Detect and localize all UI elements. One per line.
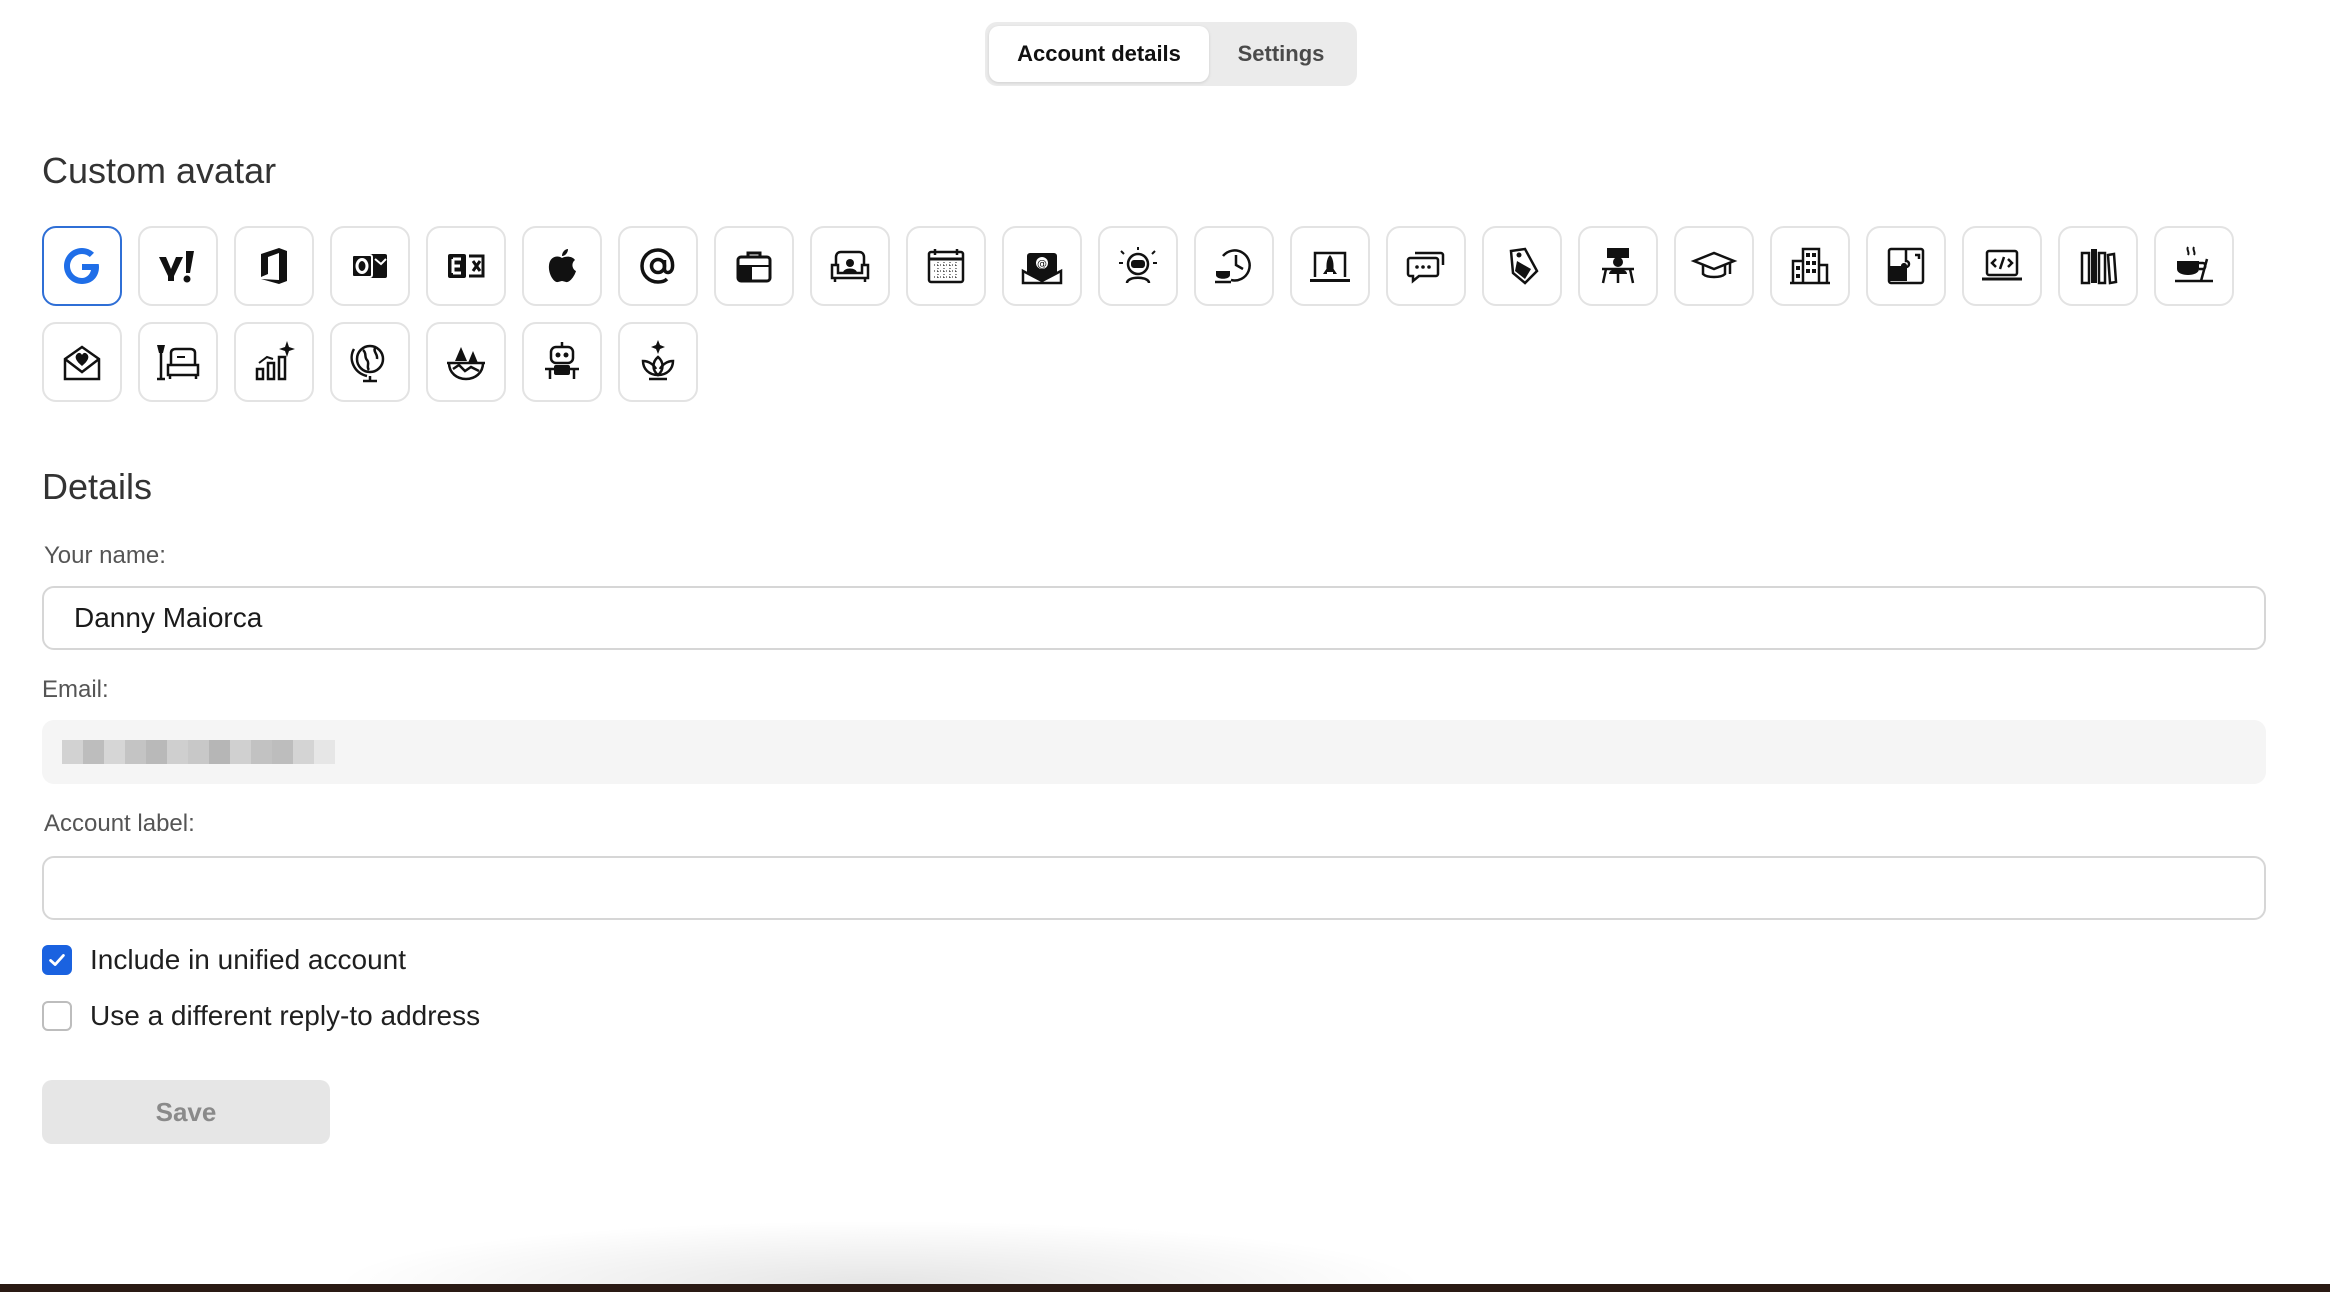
- reply-to-option[interactable]: Use a different reply-to address: [42, 1000, 480, 1032]
- avatar-row: @: [42, 226, 2242, 306]
- tag-icon: [1509, 247, 1539, 285]
- details-heading: Details: [42, 466, 153, 507]
- unified-account-option[interactable]: Include in unified account: [42, 944, 406, 976]
- checkmark-icon: [49, 954, 65, 966]
- google-icon: [64, 248, 99, 284]
- books-icon: [2080, 249, 2118, 285]
- avatar-option-reading-chair[interactable]: [138, 322, 218, 402]
- sofa-icon: [830, 250, 870, 282]
- email-label: Email:: [42, 676, 109, 703]
- office-icon: [261, 248, 287, 284]
- account-label-input[interactable]: [42, 856, 2266, 920]
- account-label-label: Account label:: [44, 810, 195, 837]
- graduation-cap-icon: [1690, 251, 1738, 279]
- avatar-option-yahoo[interactable]: [138, 226, 218, 306]
- avatar-option-books[interactable]: [2058, 226, 2138, 306]
- name-input[interactable]: [42, 586, 2266, 650]
- avatar-option-google[interactable]: [42, 226, 122, 306]
- avatar-option-astronaut[interactable]: [1098, 226, 1178, 306]
- window-bottom-edge: [0, 1284, 2330, 1292]
- tab-account-details[interactable]: Account details: [989, 26, 1209, 82]
- briefcase-icon: [736, 251, 772, 283]
- avatar-option-sofa[interactable]: [810, 226, 890, 306]
- avatar-option-at-sign[interactable]: [618, 226, 698, 306]
- tab-bar: Account details Settings: [985, 22, 1357, 86]
- at-sign-icon: [640, 248, 675, 284]
- avatar-option-growth-chart[interactable]: [234, 322, 314, 402]
- growth-chart-icon: [255, 341, 295, 381]
- avatar-option-coffee-cup[interactable]: [2154, 226, 2234, 306]
- avatar-option-office[interactable]: [234, 226, 314, 306]
- email-field[interactable]: [42, 720, 2266, 784]
- avatar-grid: @: [42, 226, 2242, 418]
- avatar-option-rocket-laptop[interactable]: [1290, 226, 1370, 306]
- reply-to-checkbox[interactable]: [42, 1001, 72, 1031]
- avatar-option-puzzle[interactable]: [1866, 226, 1946, 306]
- avatar-option-globe[interactable]: [330, 322, 410, 402]
- unified-account-label: Include in unified account: [90, 944, 406, 975]
- avatar-option-robot[interactable]: [522, 322, 602, 402]
- avatar-option-outlook[interactable]: [330, 226, 410, 306]
- chat-bubble-icon: [1406, 251, 1445, 284]
- code-laptop-icon: [1982, 249, 2022, 281]
- avatar-option-briefcase[interactable]: [714, 226, 794, 306]
- robot-icon: [545, 342, 579, 379]
- avatar-option-chat-bubble[interactable]: [1386, 226, 1466, 306]
- window-shadow: [330, 1220, 1430, 1284]
- rocket-laptop-icon: [1310, 251, 1350, 282]
- avatar-option-clock-coffee[interactable]: [1194, 226, 1274, 306]
- yahoo-icon: [159, 251, 194, 283]
- nature-icon: [447, 347, 485, 381]
- save-button[interactable]: Save: [42, 1080, 330, 1144]
- apple-icon: [548, 249, 576, 283]
- avatar-option-mailbox[interactable]: @: [1002, 226, 1082, 306]
- name-label: Your name:: [44, 542, 166, 569]
- avatar-option-buildings[interactable]: [1770, 226, 1850, 306]
- astronaut-icon: [1119, 247, 1157, 284]
- avatar-row: [42, 322, 2242, 402]
- avatar-option-nature[interactable]: [426, 322, 506, 402]
- tab-settings[interactable]: Settings: [1209, 26, 1353, 82]
- avatar-option-love-letter[interactable]: [42, 322, 122, 402]
- buildings-icon: [1790, 247, 1830, 285]
- outlook-icon: [351, 254, 387, 278]
- mailbox-icon: @: [1021, 253, 1063, 285]
- avatar-option-apple[interactable]: [522, 226, 602, 306]
- avatar-option-graduation-cap[interactable]: [1674, 226, 1754, 306]
- custom-avatar-heading: Custom avatar: [42, 150, 277, 191]
- coffee-cup-icon: [2175, 246, 2213, 283]
- lotus-icon: [641, 340, 675, 381]
- unified-account-checkbox[interactable]: [42, 945, 72, 975]
- puzzle-icon: [1887, 247, 1925, 285]
- avatar-option-tag[interactable]: [1482, 226, 1562, 306]
- avatar-option-code-laptop[interactable]: [1962, 226, 2042, 306]
- avatar-option-exchange[interactable]: [426, 226, 506, 306]
- presenter-icon: [1601, 248, 1635, 284]
- calendar-icon: [927, 249, 965, 284]
- avatar-option-presenter[interactable]: [1578, 226, 1658, 306]
- avatar-option-lotus[interactable]: [618, 322, 698, 402]
- svg-text:@: @: [1037, 259, 1047, 270]
- clock-coffee-icon: [1215, 249, 1251, 284]
- exchange-icon: [448, 254, 485, 278]
- email-redacted-value: [62, 740, 335, 764]
- love-letter-icon: [63, 345, 101, 381]
- globe-icon: [350, 344, 385, 383]
- reply-to-label: Use a different reply-to address: [90, 1000, 481, 1031]
- reading-chair-icon: [157, 345, 200, 381]
- avatar-option-calendar[interactable]: [906, 226, 986, 306]
